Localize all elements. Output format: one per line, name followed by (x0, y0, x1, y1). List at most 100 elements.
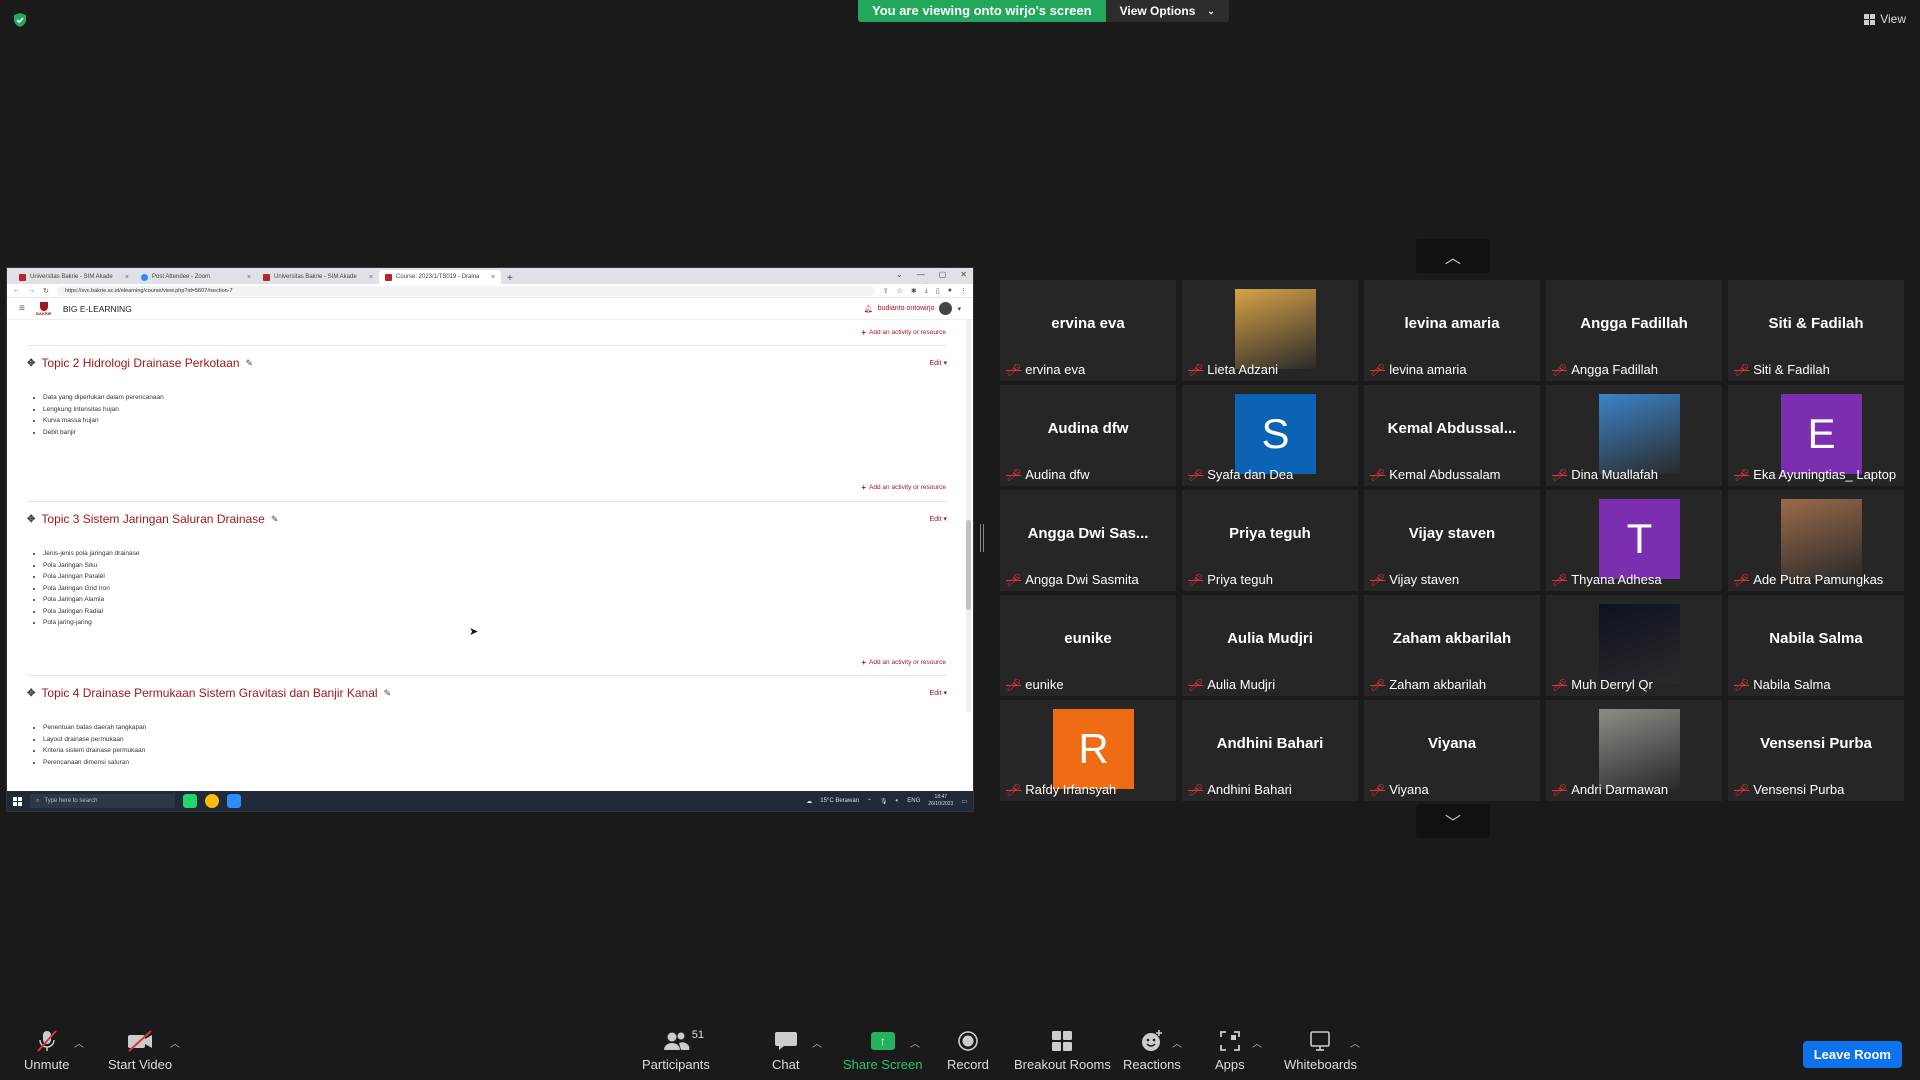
forward-arrow-icon[interactable]: → (28, 287, 35, 294)
maximize-icon[interactable]: ▢ (939, 270, 947, 279)
topic-title[interactable]: Topic 2 Hidrologi Drainase Perkotaan (41, 356, 239, 370)
participant-tile[interactable]: Vijay staven 🎤︎ Vijay staven (1364, 490, 1540, 591)
clock[interactable]: 18:47 26/10/2023 (928, 794, 953, 808)
participant-tile[interactable]: Nabila Salma 🎤︎ Nabila Salma (1728, 595, 1904, 696)
weather-label[interactable]: 15°C Berawan (820, 798, 859, 804)
participant-tile[interactable]: 🎤︎ Ade Putra Pamungkas (1728, 490, 1904, 591)
notification-icon[interactable]: ▭ (961, 798, 967, 805)
share-options-caret-icon[interactable]: ︿ (910, 1035, 920, 1050)
participant-tile[interactable]: Kemal Abdussal... 🎤︎ Kemal Abdussalam (1364, 385, 1540, 486)
whiteboards-button[interactable]: Whiteboards (1284, 1029, 1357, 1072)
participant-tile[interactable]: 🎤︎ Lieta Adzani (1182, 280, 1358, 381)
windows-start-icon[interactable] (13, 796, 22, 806)
weather-icon[interactable]: ☁ (806, 798, 812, 805)
gallery-prev-page-button[interactable]: ︿ (1416, 239, 1490, 273)
download-icon[interactable]: ⤓ (925, 287, 928, 295)
participant-tile[interactable]: Viyana 🎤︎ Viyana (1364, 700, 1540, 801)
record-button[interactable]: Record (947, 1029, 989, 1072)
menu-dots-icon[interactable]: ⋮ (960, 287, 967, 295)
add-activity-link[interactable]: + Add an activity or resource (861, 658, 946, 667)
close-icon[interactable]: × (491, 274, 495, 281)
reload-icon[interactable]: ↻ (43, 287, 49, 295)
view-button[interactable]: View (1864, 12, 1906, 26)
pencil-icon[interactable]: ✎ (246, 358, 254, 369)
chat-options-caret-icon[interactable]: ︿ (812, 1035, 822, 1050)
user-menu[interactable]: 🔔︎ budianto ontowirjo ▾ (864, 302, 961, 315)
participant-tile[interactable]: Angga Fadillah 🎤︎ Angga Fadillah (1546, 280, 1722, 381)
reactions-options-caret-icon[interactable]: ︿ (1172, 1035, 1182, 1050)
site-name[interactable]: BIG E-LEARNING (63, 304, 132, 314)
share-icon[interactable]: ⇪ (883, 287, 889, 295)
add-activity-link[interactable]: + Add an activity or resource (861, 328, 946, 337)
tab-search-chevron-icon[interactable]: ⌄ (896, 270, 903, 279)
encryption-shield-icon[interactable] (12, 12, 28, 28)
whatsapp-icon[interactable] (183, 794, 197, 808)
edit-menu[interactable]: Edit ▾ (929, 515, 947, 523)
page-scrollbar[interactable] (966, 320, 971, 712)
star-icon[interactable]: ☆ (897, 287, 903, 295)
topic-title[interactable]: Topic 3 Sistem Jaringan Saluran Drainase (41, 512, 264, 526)
bell-icon[interactable]: 🔔︎ (864, 305, 873, 313)
whiteboards-options-caret-icon[interactable]: ︿ (1350, 1035, 1360, 1050)
participant-tile[interactable]: R 🎤︎ Rafdy Irfansyah (1000, 700, 1176, 801)
browser-tab[interactable]: Universitas Bakrie - SIM Akade × (13, 270, 135, 284)
bakrie-logo[interactable]: BAKRIE (35, 301, 53, 317)
panel-resize-handle[interactable] (980, 524, 984, 552)
url-field[interactable]: https://svc.bakrie.ac.id/elearning/cours… (56, 285, 875, 296)
language-indicator[interactable]: ENG (907, 798, 920, 804)
participant-tile[interactable]: Angga Dwi Sas... 🎤︎ Angga Dwi Sasmita (1000, 490, 1176, 591)
participants-button[interactable]: 51 Participants (642, 1029, 710, 1072)
pencil-icon[interactable]: ✎ (384, 688, 392, 699)
start-video-button[interactable]: Start Video (108, 1029, 172, 1072)
microphone-tray-icon[interactable]: 🎙︎ (880, 798, 888, 805)
hamburger-menu-icon[interactable]: ≡ (19, 303, 25, 314)
participant-tile[interactable]: 🎤︎ Andri Darmawan (1546, 700, 1722, 801)
browser-tab-active[interactable]: Course: 2023/1/TS019 - Draina × (379, 270, 501, 284)
topic-title[interactable]: Topic 4 Drainase Permukaan Sistem Gravit… (41, 686, 377, 700)
participant-tile[interactable]: Andhini Bahari 🎤︎ Andhini Bahari (1182, 700, 1358, 801)
sidepanel-icon[interactable]: ▯ (936, 287, 940, 295)
participant-tile[interactable]: T 🎤︎ Thyana Adhesa (1546, 490, 1722, 591)
back-arrow-icon[interactable]: ← (13, 287, 20, 294)
volume-icon[interactable]: 🔈︎ (896, 798, 900, 805)
participant-tile[interactable]: 🎤︎ Muh Derryl Qr (1546, 595, 1722, 696)
apps-button[interactable]: Apps (1215, 1029, 1245, 1072)
edit-menu[interactable]: Edit ▾ (929, 359, 947, 367)
profile-icon[interactable]: ● (948, 287, 952, 295)
add-activity-link[interactable]: + Add an activity or resource (861, 483, 946, 492)
move-icon[interactable]: ✥ (27, 358, 35, 369)
close-icon[interactable]: × (125, 274, 129, 281)
participant-tile[interactable]: Siti & Fadilah 🎤︎ Siti & Fadilah (1728, 280, 1904, 381)
zoom-app-icon[interactable] (227, 794, 241, 808)
leave-room-button[interactable]: Leave Room (1802, 1041, 1902, 1068)
participant-tile[interactable]: Aulia Mudjri 🎤︎ Aulia Mudjri (1182, 595, 1358, 696)
move-icon[interactable]: ✥ (27, 688, 35, 699)
participant-tile[interactable]: Audina dfw 🎤︎ Audina dfw (1000, 385, 1176, 486)
browser-tab[interactable]: Universitas Bakrie - SIM Akade × (257, 270, 379, 284)
audio-options-caret-icon[interactable]: ︿ (74, 1035, 84, 1050)
participant-tile[interactable]: E 🎤︎ Eka Ayuningtias_ Laptop (1728, 385, 1904, 486)
close-window-icon[interactable]: ✕ (960, 270, 967, 279)
video-options-caret-icon[interactable]: ︿ (170, 1035, 180, 1050)
breakout-rooms-button[interactable]: Breakout Rooms (1014, 1029, 1111, 1072)
participant-tile[interactable]: levina amaria 🎤︎ levina amaria (1364, 280, 1540, 381)
participant-tile[interactable]: Zaham akbarilah 🎤︎ Zaham akbarilah (1364, 595, 1540, 696)
unmute-button[interactable]: Unmute (24, 1029, 70, 1072)
participant-tile[interactable]: Priya teguh 🎤︎ Priya teguh (1182, 490, 1358, 591)
edit-menu[interactable]: Edit ▾ (929, 689, 947, 697)
view-options-button[interactable]: View Options ⌄ (1105, 0, 1229, 22)
apps-options-caret-icon[interactable]: ︿ (1252, 1035, 1262, 1050)
extension-icon[interactable]: ✱ (911, 287, 917, 295)
close-icon[interactable]: × (369, 274, 373, 281)
minimize-icon[interactable]: — (917, 270, 925, 279)
scrollbar-thumb[interactable] (966, 520, 971, 610)
tray-chevron-icon[interactable]: ⌃ (867, 798, 872, 805)
chrome-icon[interactable] (205, 794, 219, 808)
close-icon[interactable]: × (247, 274, 251, 281)
participant-tile[interactable]: ervina eva 🎤︎ ervina eva (1000, 280, 1176, 381)
participant-tile[interactable]: 🎤︎ Dina Muallafah (1546, 385, 1722, 486)
participant-tile[interactable]: Vensensi Purba 🎤︎ Vensensi Purba (1728, 700, 1904, 801)
participant-tile[interactable]: eunike 🎤︎ eunike (1000, 595, 1176, 696)
chat-button[interactable]: Chat (772, 1029, 799, 1072)
participant-tile[interactable]: S 🎤︎ Syafa dan Dea (1182, 385, 1358, 486)
